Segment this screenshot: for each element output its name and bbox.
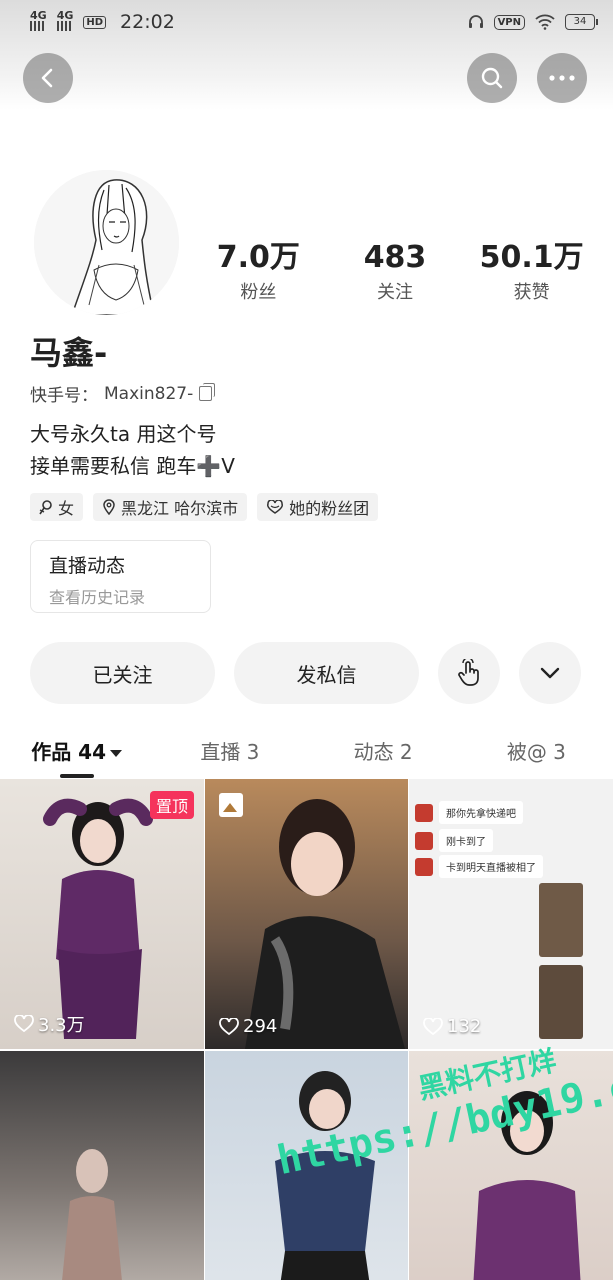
video-thumb [539, 883, 583, 957]
tag-label: 黑龙江 哈尔滨市 [121, 499, 239, 518]
video-thumb [539, 965, 583, 1039]
post-likes: 3.3万 [14, 1011, 85, 1037]
message-button[interactable]: 发私信 [234, 642, 419, 704]
more-button[interactable] [537, 53, 587, 103]
live-card-subtitle: 查看历史记录 [49, 588, 146, 607]
profile-tags: 女 黑龙江 哈尔滨市 她的粉丝团 [30, 493, 379, 521]
hand-pointer-icon [458, 659, 479, 686]
post-thumbnail[interactable]: 那你先拿快递吧 刚卡到了 卡到明天直播被相了 132 [409, 779, 613, 1049]
tag-label: 女 [58, 499, 75, 518]
profile-name: 马鑫- [30, 334, 108, 372]
female-icon [39, 500, 52, 515]
tag-label: 她的粉丝团 [289, 499, 370, 518]
fan-group-icon [267, 500, 284, 514]
bio: 大号永久ta 用这个号 接单需要私信 跑车➕V [30, 418, 235, 482]
status-bar: 4G 4G HD 22:02 VPN 34 [0, 0, 613, 44]
follow-button[interactable]: 已关注 [30, 642, 215, 704]
heart-icon [14, 1015, 34, 1033]
chat-text: 卡到明天直播被相了 [439, 855, 543, 878]
stat-value: 483 [363, 240, 427, 275]
post-thumbnail[interactable]: 294 [205, 779, 408, 1049]
content-tabs: 作品 44 直播 3 动态 2 被@ 3 [0, 722, 613, 778]
location-icon [103, 499, 115, 515]
caret-down-icon [110, 750, 123, 757]
action-buttons: 已关注 发私信 [30, 642, 581, 704]
avatar-sketch [34, 170, 179, 315]
tab-works[interactable]: 作品 44 [0, 722, 153, 778]
tab-mentions[interactable]: 被@ 3 [460, 722, 613, 778]
stats-row: 7.0万 粉丝 483 关注 50.1万 获赞 [190, 240, 600, 304]
chevron-down-icon [540, 667, 560, 679]
hd-badge: HD [83, 15, 107, 29]
heart-icon [423, 1017, 443, 1035]
tab-label: 动态 2 [353, 740, 413, 764]
signal-icon-2: 4G [57, 10, 73, 33]
profile-page: 4G 4G HD 22:02 VPN 34 7.0万 粉丝 483 关注 50.… [0, 0, 613, 1280]
like-count: 294 [243, 1016, 278, 1037]
tab-label: 被@ 3 [506, 740, 566, 764]
vpn-badge: VPN [493, 14, 525, 30]
chat-text: 那你先拿快递吧 [439, 801, 523, 824]
tag-location: 黑龙江 哈尔滨市 [93, 493, 248, 521]
post-thumbnail[interactable] [0, 1051, 204, 1280]
post-likes: 294 [219, 1016, 277, 1037]
chat-message: 那你先拿快递吧 [415, 801, 523, 824]
like-count: 132 [447, 1016, 482, 1037]
tab-moments[interactable]: 动态 2 [307, 722, 460, 778]
account-id-row: 快手号： Maxin827- [30, 381, 216, 406]
tab-live[interactable]: 直播 3 [153, 722, 306, 778]
stat-followers[interactable]: 7.0万 粉丝 [190, 240, 327, 304]
stat-value: 50.1万 [479, 240, 584, 275]
post-image [43, 798, 153, 1039]
tab-label: 作品 44 [31, 740, 107, 764]
pinned-badge: 置顶 [149, 791, 194, 819]
gesture-button[interactable] [438, 642, 500, 704]
chat-avatar [415, 857, 433, 876]
account-id: Maxin827- [104, 383, 194, 404]
stat-likes[interactable]: 50.1万 获赞 [463, 240, 600, 304]
post-thumbnail[interactable]: 置顶 3.3万 [0, 779, 204, 1049]
account-label: 快手号： [30, 386, 98, 406]
stat-label: 粉丝 [240, 282, 277, 303]
avatar[interactable] [34, 170, 179, 315]
chat-message: 卡到明天直播被相了 [415, 855, 543, 878]
more-dots-icon [549, 75, 575, 81]
chat-message: 刚卡到了 [415, 829, 493, 852]
post-likes: 132 [423, 1016, 481, 1037]
copy-icon[interactable] [199, 383, 216, 401]
chevron-left-icon [41, 68, 53, 88]
search-icon [481, 67, 503, 89]
bio-line: 接单需要私信 跑车➕V [30, 454, 235, 478]
image-post-icon [219, 793, 243, 817]
headphones-icon [468, 15, 483, 28]
stat-following[interactable]: 483 关注 [327, 240, 464, 304]
signal-icon: 4G [30, 10, 47, 33]
tag-fan-group[interactable]: 她的粉丝团 [257, 493, 379, 521]
bio-line: 大号永久ta 用这个号 [30, 422, 217, 446]
search-button[interactable] [467, 53, 517, 103]
clock: 22:02 [120, 11, 175, 33]
chat-text: 刚卡到了 [439, 829, 493, 852]
chat-avatar [415, 831, 433, 850]
heart-icon [219, 1017, 239, 1035]
tag-gender: 女 [30, 493, 84, 521]
chat-screenshot: 那你先拿快递吧 刚卡到了 卡到明天直播被相了 [409, 779, 613, 1049]
post-image [62, 1149, 122, 1280]
live-card-title: 直播动态 [49, 555, 126, 577]
posts-grid: 置顶 3.3万 294 那你先拿快递吧 刚卡到了 卡到明天直播被相了 132 [0, 779, 613, 1280]
expand-button[interactable] [519, 642, 581, 704]
post-image [245, 799, 405, 1049]
back-button[interactable] [23, 53, 73, 103]
battery-icon: 34 [565, 14, 598, 30]
like-count: 3.3万 [38, 1015, 85, 1036]
stat-label: 关注 [377, 282, 413, 303]
wifi-icon [535, 14, 555, 30]
stat-value: 7.0万 [216, 240, 300, 275]
tab-label: 直播 3 [200, 740, 260, 764]
stat-label: 获赞 [513, 282, 550, 303]
chat-avatar [415, 803, 433, 822]
live-history-card[interactable]: 直播动态 查看历史记录 [30, 540, 211, 613]
